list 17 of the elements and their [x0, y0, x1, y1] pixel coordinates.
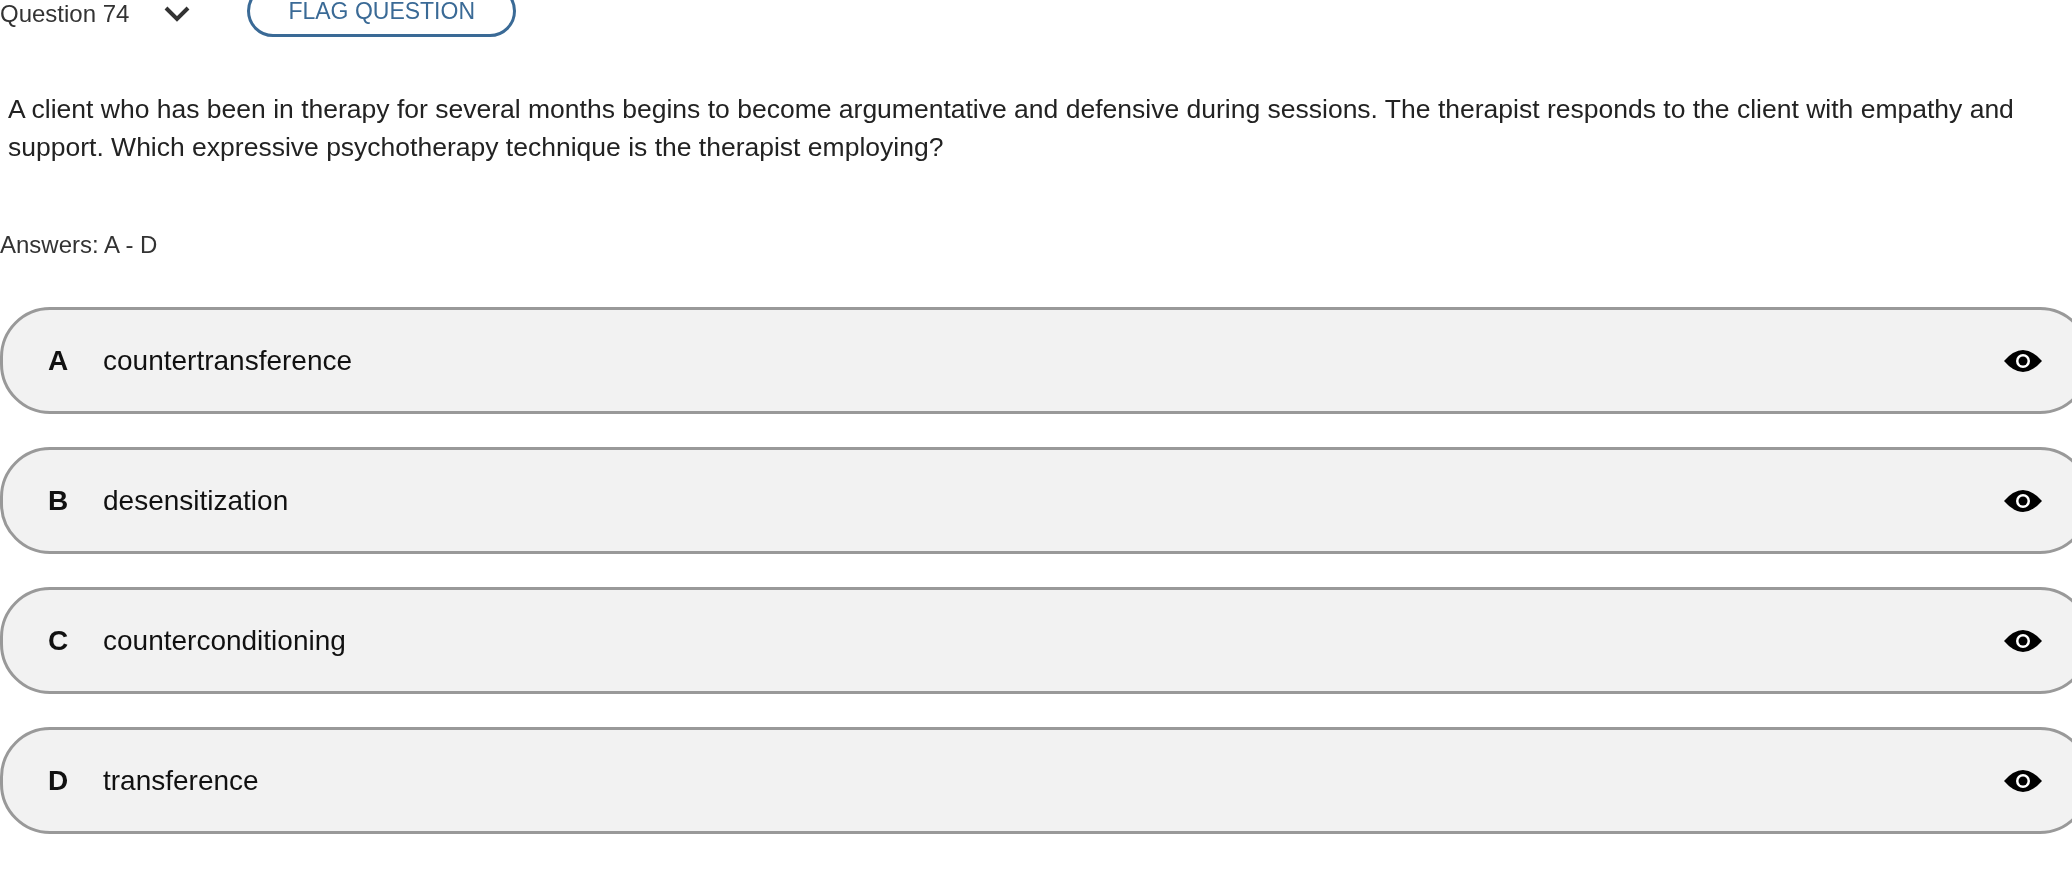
answer-option[interactable]: B desensitization	[0, 447, 2072, 554]
answer-option[interactable]: C counterconditioning	[0, 587, 2072, 694]
question-text: A client who has been in therapy for several months begins to become argumentative and defensive during sessions. The therapist responds to the client with empathy and support. Which expressive psychotherapy technique is the therapist employing?	[8, 93, 2015, 164]
answer-option[interactable]: A countertransference	[0, 307, 2072, 414]
answer-option[interactable]: D transference	[0, 727, 2072, 834]
answers-label: Answers: A - D	[0, 230, 159, 260]
option-text: transference	[103, 763, 260, 798]
option-letter: D	[48, 763, 70, 798]
option-text: desensitization	[103, 483, 290, 518]
flag-question-button[interactable]: FLAG QUESTION	[247, 0, 516, 37]
option-text: counterconditioning	[103, 623, 347, 658]
option-text: countertransference	[103, 343, 354, 378]
option-letter: B	[48, 483, 70, 518]
question-number: Question 74	[0, 0, 130, 29]
chevron-down-icon[interactable]	[164, 6, 191, 22]
option-letter: C	[48, 623, 70, 658]
option-letter: A	[48, 343, 70, 378]
